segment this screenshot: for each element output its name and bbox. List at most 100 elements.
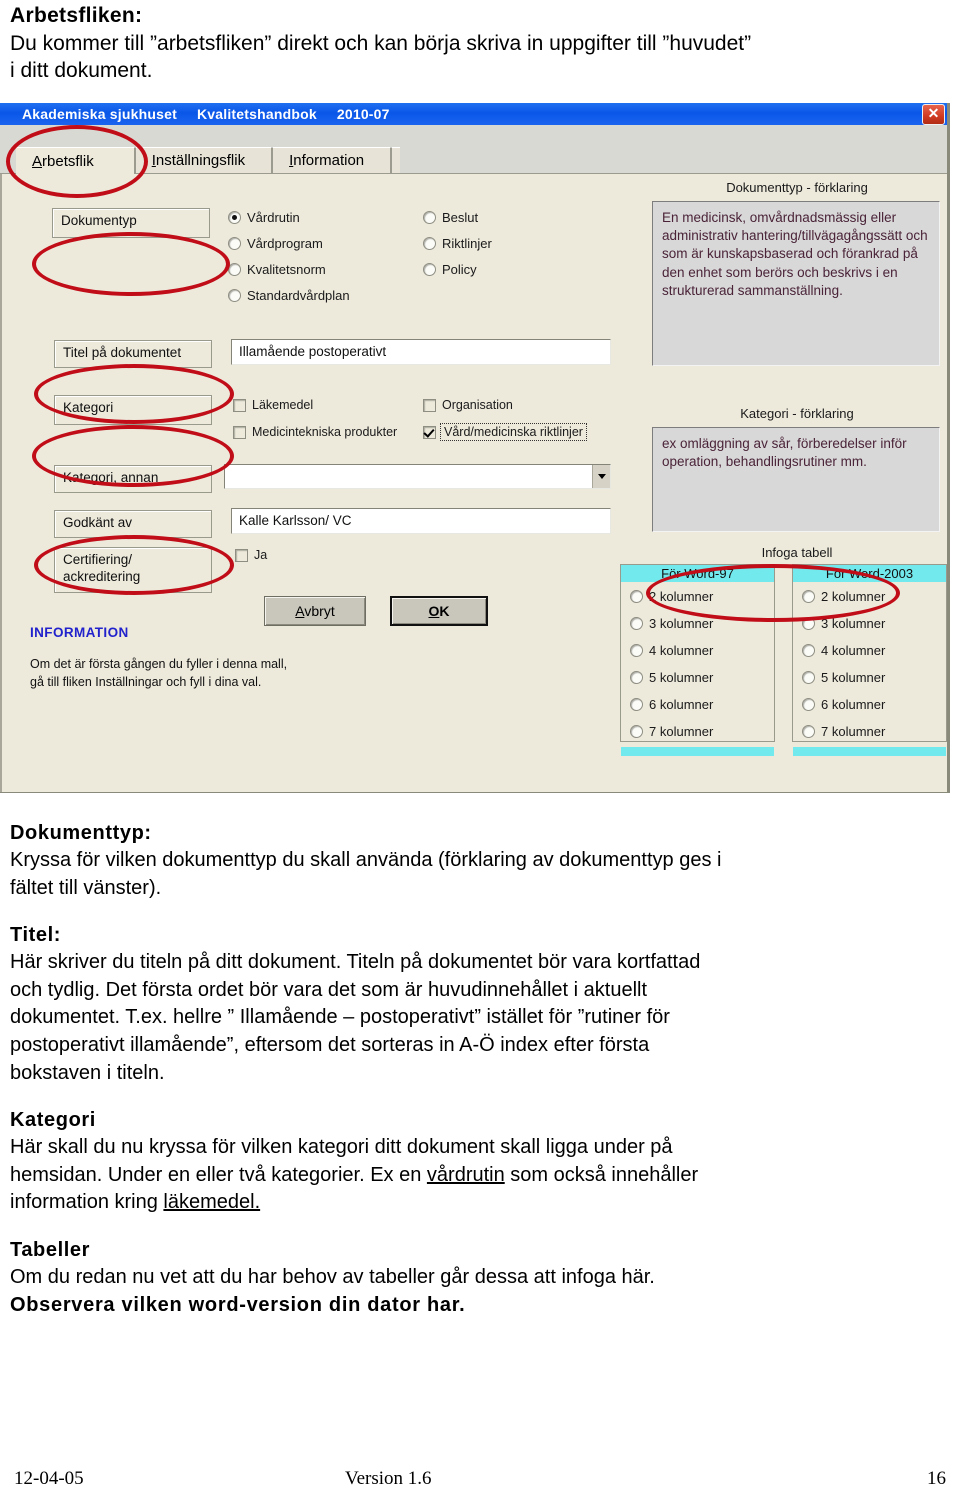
section-tabeller-note: Observera vilken word-version din dator … bbox=[10, 1293, 466, 1316]
close-icon[interactable]: ✕ bbox=[922, 104, 945, 125]
section-dokumenttyp-line-2: fältet till vänster). bbox=[10, 876, 162, 899]
radio-w2003-3-kolumner[interactable]: 3 kolumner bbox=[802, 616, 885, 631]
insert-table-caption: Infoga tabell bbox=[761, 545, 833, 560]
section-titel-line-2: och tydlig. Det första ordet bör vara de… bbox=[10, 978, 648, 1001]
radio-w2003-7-kolumner[interactable]: 7 kolumner bbox=[802, 724, 885, 739]
window-titlebar: Akademiska sjukhuset Kvalitetshandbok 20… bbox=[0, 103, 947, 125]
panel-caption-dokumenttyp: Dokumenttyp - förklaring bbox=[726, 180, 868, 195]
radio-w2003-2-label: 2 kolumner bbox=[821, 589, 886, 604]
group-word2003-footer bbox=[793, 747, 946, 756]
radio-dot-icon bbox=[423, 263, 436, 276]
radio-w2003-6-kolumner[interactable]: 6 kolumner bbox=[802, 697, 885, 712]
radio-dot-icon bbox=[423, 237, 436, 250]
radio-vardprogram[interactable]: Vårdprogram bbox=[228, 236, 323, 251]
section-titel-line-5: bokstaven i titeln. bbox=[10, 1061, 165, 1084]
footer-date: 12-04-05 bbox=[14, 1468, 84, 1489]
tab-information-label: nformation bbox=[293, 152, 365, 169]
section-kategori-line-3: information kring läkemedel. bbox=[10, 1189, 954, 1217]
radio-w97-7-label: 7 kolumner bbox=[649, 724, 714, 739]
radio-beslut-label: Beslut bbox=[442, 210, 479, 225]
section-titel-line-3: dokumentet. T.ex. hellre ” Illamående – … bbox=[10, 1006, 670, 1029]
checkbox-medicintekniska-produkter[interactable]: Medicintekniska produkter bbox=[233, 425, 397, 439]
section-kategori-line-2: hemsidan. Under en eller två kategorier.… bbox=[10, 1162, 954, 1190]
radio-w97-3-kolumner[interactable]: 3 kolumner bbox=[630, 616, 713, 631]
checkbox-box-icon bbox=[235, 548, 248, 562]
kategori-link-vardrutin[interactable]: vårdrutin bbox=[427, 1164, 505, 1186]
radio-w2003-2-kolumner[interactable]: 2 kolumner bbox=[802, 589, 885, 604]
titlebar-org: Akademiska sjukhuset bbox=[22, 106, 177, 122]
ok-button[interactable]: OK bbox=[390, 596, 488, 626]
radio-w2003-4-kolumner[interactable]: 4 kolumner bbox=[802, 643, 885, 658]
checkbox-vard-medicinska-riktlinjer[interactable]: Vård/medicinska riktlinjer bbox=[423, 423, 587, 441]
radio-w2003-5-kolumner[interactable]: 5 kolumner bbox=[802, 670, 885, 685]
radio-w97-7-kolumner[interactable]: 7 kolumner bbox=[630, 724, 713, 739]
radio-w97-6-kolumner[interactable]: 6 kolumner bbox=[630, 697, 713, 712]
radio-policy[interactable]: Policy bbox=[423, 262, 477, 277]
kategori-line2-post: som också innehåller bbox=[504, 1163, 699, 1186]
radio-beslut[interactable]: Beslut bbox=[423, 210, 478, 225]
checkbox-box-icon bbox=[233, 398, 246, 412]
titlebar-date: 2010-07 bbox=[336, 106, 390, 122]
radio-w97-5-kolumner[interactable]: 5 kolumner bbox=[630, 670, 713, 685]
radio-standardvardplan-label: Standardvårdplan bbox=[247, 288, 350, 303]
checkbox-ja-label: Ja bbox=[254, 548, 268, 562]
kategori-line2-pre: hemsidan. Under en eller två kategorier.… bbox=[10, 1163, 427, 1186]
tab-arbetsflik[interactable]: Arbetsflik bbox=[16, 147, 135, 174]
radio-w97-4-kolumner[interactable]: 4 kolumner bbox=[630, 643, 713, 658]
tab-information[interactable]: Information bbox=[272, 147, 392, 173]
radio-w97-6-label: 6 kolumner bbox=[649, 697, 714, 712]
radio-policy-label: Policy bbox=[442, 262, 477, 277]
kategori-annan-combobox[interactable] bbox=[224, 464, 611, 489]
radio-dot-icon bbox=[630, 725, 643, 738]
label-godkant-av: Godkänt av bbox=[54, 510, 212, 538]
checkbox-organisation[interactable]: Organisation bbox=[423, 398, 513, 412]
radio-dot-icon bbox=[630, 590, 643, 603]
tabstrip-tail bbox=[391, 147, 401, 173]
cancel-button[interactable]: Avbryt bbox=[264, 596, 366, 626]
radio-dot-icon bbox=[802, 698, 815, 711]
label-kategori-annan: Kategori, annan bbox=[54, 465, 212, 493]
radio-dot-icon bbox=[802, 725, 815, 738]
radio-standardvardplan[interactable]: Standardvårdplan bbox=[228, 288, 350, 303]
radio-kvalitetsnorm-label: Kvalitetsnorm bbox=[247, 262, 326, 277]
radio-riktlinjer-label: Riktlinjer bbox=[442, 236, 492, 251]
label-certifiering: Certifiering/ ackreditering bbox=[54, 547, 212, 593]
section-heading-kategori: Kategori bbox=[10, 1109, 96, 1132]
intro-line-2: i ditt dokument. bbox=[10, 59, 153, 83]
tab-arbetsflik-accel: A bbox=[32, 153, 43, 170]
body-prose: Dokumenttyp: Kryssa för vilken dokumentt… bbox=[10, 820, 954, 1319]
cancel-button-label: vbryt bbox=[304, 603, 335, 619]
section-tabeller-line-1: Om du redan nu vet att du har behov av t… bbox=[10, 1265, 655, 1288]
radio-w97-4-label: 4 kolumner bbox=[649, 643, 714, 658]
radio-riktlinjer[interactable]: Riktlinjer bbox=[423, 236, 492, 251]
footer-version: Version 1.6 bbox=[345, 1468, 432, 1489]
godkant-av-input[interactable]: Kalle Karlsson/ VC bbox=[231, 508, 611, 534]
radio-kvalitetsnorm[interactable]: Kvalitetsnorm bbox=[228, 262, 326, 277]
checkbox-box-icon bbox=[423, 398, 436, 412]
kategori-line3-pre: information kring bbox=[10, 1191, 164, 1214]
radio-vardrutin[interactable]: Vårdrutin bbox=[228, 210, 300, 225]
radio-dot-icon bbox=[630, 698, 643, 711]
radio-dot-icon bbox=[630, 617, 643, 630]
radio-dot-icon bbox=[802, 644, 815, 657]
checkbox-medicintekniska-label: Medicintekniska produkter bbox=[252, 425, 398, 439]
title-input[interactable]: Illamående postoperativt bbox=[231, 339, 611, 365]
checkbox-box-icon bbox=[423, 425, 436, 439]
checkbox-lakemedel[interactable]: Läkemedel bbox=[233, 398, 313, 412]
radio-w97-3-label: 3 kolumner bbox=[649, 616, 714, 631]
tabstrip-gap bbox=[0, 125, 947, 147]
radio-dot-icon bbox=[423, 211, 436, 224]
radio-vardprogram-label: Vårdprogram bbox=[247, 236, 323, 251]
kategori-link-lakemedel[interactable]: läkemedel. bbox=[163, 1191, 260, 1213]
radio-w97-2-kolumner[interactable]: 2 kolumner bbox=[630, 589, 713, 604]
checkbox-certifiering-ja[interactable]: Ja bbox=[235, 548, 267, 562]
tab-installningsflik[interactable]: Inställningsflik bbox=[134, 147, 273, 173]
section-heading-tabeller: Tabeller bbox=[10, 1238, 91, 1261]
radio-w2003-5-label: 5 kolumner bbox=[821, 670, 886, 685]
radio-dot-icon bbox=[630, 671, 643, 684]
cancel-button-accel: A bbox=[295, 603, 305, 619]
ok-button-label: K bbox=[439, 603, 450, 619]
section-heading-titel: Titel: bbox=[10, 924, 62, 947]
page-footer: 12-04-05 Version 1.6 16 bbox=[0, 1468, 960, 1498]
chevron-down-icon[interactable] bbox=[592, 465, 610, 488]
